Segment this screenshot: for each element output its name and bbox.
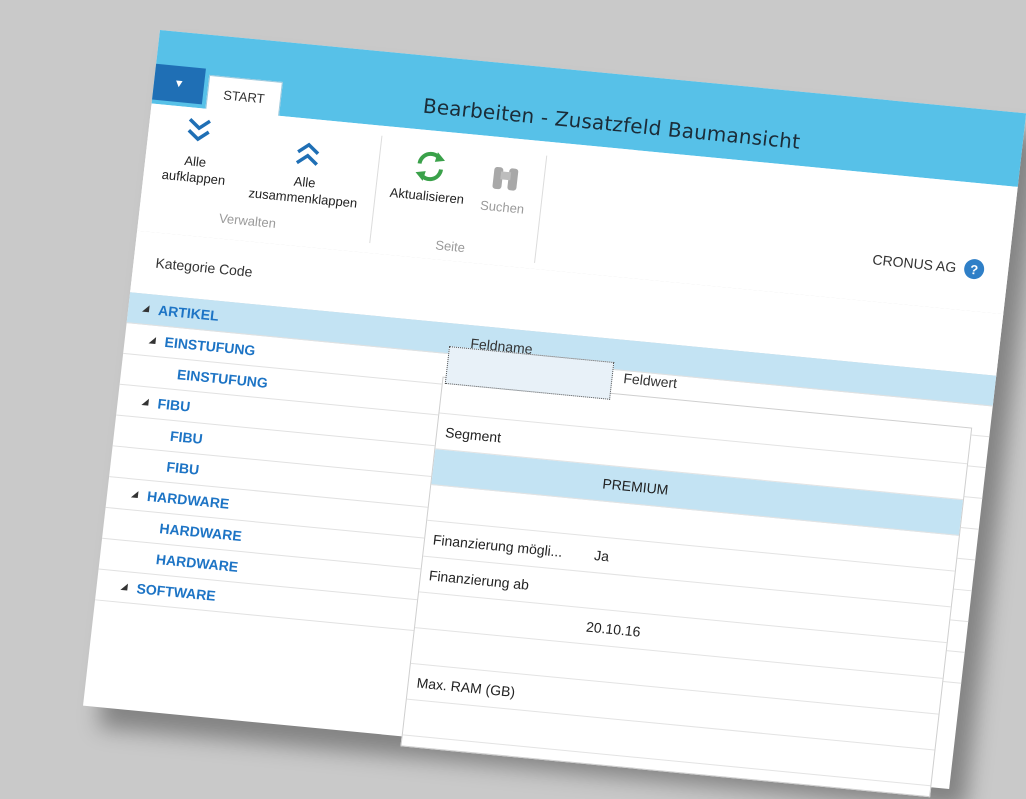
tree-row-label: FIBU <box>156 395 192 415</box>
feldwert-cell: PREMIUM <box>601 475 670 498</box>
expand-triangle-icon[interactable]: ◢ <box>141 396 149 408</box>
app-menu-button[interactable]: ▼ <box>152 63 206 105</box>
feldname-cell: Finanzierung mögli... <box>432 531 564 560</box>
detail-grid: Segment PREMIUM Finanzierung mögli... Ja… <box>400 346 973 798</box>
expand-all-icon <box>187 118 211 142</box>
tree-row-label: HARDWARE <box>155 551 240 575</box>
tree-row-label: ARTIKEL <box>157 302 220 324</box>
expand-triangle-icon[interactable]: ◢ <box>142 303 150 315</box>
tree-row-label: FIBU <box>169 427 204 447</box>
caret-down-icon: ▼ <box>172 77 186 91</box>
tree-row-label: HARDWARE <box>158 520 243 545</box>
tree-row-label: HARDWARE <box>146 487 231 512</box>
tree-row-label: FIBU <box>165 458 201 478</box>
group-label-verwalten: Verwalten <box>218 210 277 231</box>
refresh-label: Aktualisieren <box>389 184 465 207</box>
detail-grid-panel: Feldname Feldwert Segment PREMIUM Finanz… <box>400 323 976 798</box>
column-header-kategorie-code[interactable]: Kategorie Code <box>155 255 254 280</box>
tab-start-label: START <box>222 86 266 106</box>
refresh-icon <box>415 151 446 182</box>
refresh-button[interactable]: Aktualisieren <box>378 144 480 209</box>
feldname-cell: Finanzierung ab <box>428 567 530 593</box>
group-label-seite: Seite <box>434 237 466 256</box>
search-label: Suchen <box>479 197 525 217</box>
tree-row-label: EINSTUFUNG <box>163 333 257 359</box>
expand-all-button[interactable]: Alle aufklappen <box>145 110 249 191</box>
expand-triangle-icon[interactable]: ◢ <box>148 334 156 346</box>
feldwert-cell: Ja <box>593 547 610 565</box>
search-button[interactable]: Suchen <box>471 157 537 218</box>
collapse-all-button[interactable]: Alle zusammenklappen <box>237 129 375 213</box>
collapse-all-icon <box>295 142 320 166</box>
expand-triangle-icon[interactable]: ◢ <box>131 488 139 500</box>
column-header-feldwert[interactable]: Feldwert <box>623 370 678 391</box>
feldname-cell: Max. RAM (GB) <box>415 674 517 700</box>
expand-triangle-icon[interactable]: ◢ <box>120 581 128 593</box>
tree-row-label: SOFTWARE <box>135 580 217 604</box>
tree-row-label: EINSTUFUNG <box>176 366 269 391</box>
window: ▼ START Bearbeiten - Zusatzfeld Baumansi… <box>83 30 1026 798</box>
feldname-cell: Segment <box>444 424 503 446</box>
feldwert-cell: 20.10.16 <box>585 618 642 640</box>
binoculars-icon <box>492 166 519 191</box>
